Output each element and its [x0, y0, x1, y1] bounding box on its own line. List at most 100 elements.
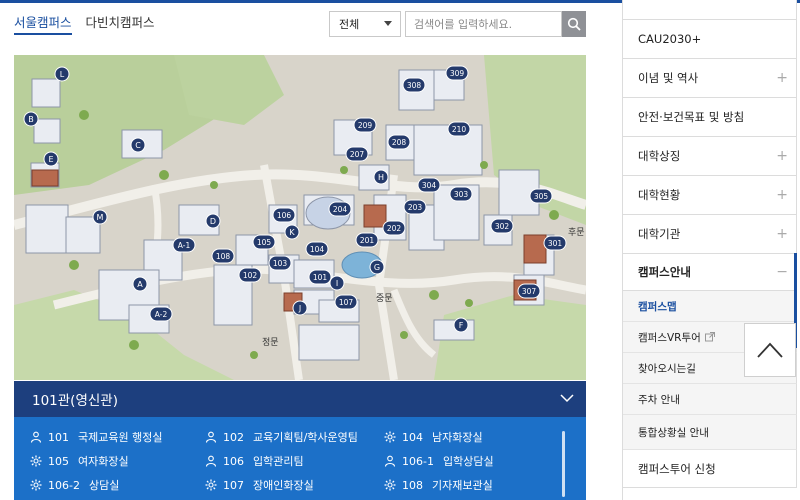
map-marker-103[interactable]: 103	[268, 255, 292, 271]
sidebar-sub-control-room[interactable]: 통합상황실 안내	[623, 415, 797, 450]
map-marker-label: 303	[454, 190, 469, 199]
map-marker-305[interactable]: 305	[529, 188, 553, 204]
room-name: 교육기획팀/학사운영팀	[253, 431, 358, 444]
map-marker-202[interactable]: 202	[382, 220, 406, 236]
plus-icon: +	[776, 70, 788, 86]
map-marker-302[interactable]: 302	[490, 218, 514, 234]
map-marker-i[interactable]: I	[329, 275, 345, 291]
map-marker-201[interactable]: 201	[355, 232, 379, 248]
room-number: 101	[48, 430, 69, 444]
room-item[interactable]: 101 국제교육원 행정실	[30, 429, 162, 445]
sidebar-item-institutions[interactable]: 대학기관 +	[623, 215, 797, 254]
search-category-select[interactable]: 전체	[329, 11, 401, 37]
tab-davinci-campus[interactable]: 다빈치캠퍼스	[86, 10, 155, 35]
map-marker-e[interactable]: E	[43, 151, 59, 167]
sidebar-item-campus-tour[interactable]: 캠퍼스투어 신청	[623, 450, 797, 488]
map-marker-a[interactable]: A	[132, 276, 148, 292]
room-number: 106-1	[402, 454, 434, 468]
map-marker-a-1[interactable]: A-1	[172, 237, 196, 253]
sidebar-item-label: 대학기관	[638, 227, 681, 241]
map-marker-104[interactable]: 104	[305, 241, 329, 257]
map-marker-a-2[interactable]: A-2	[149, 306, 173, 322]
map-marker-303[interactable]: 303	[449, 186, 473, 202]
person-icon	[384, 455, 396, 467]
sidebar-item-history[interactable]: 이념 및 역사 +	[623, 59, 797, 98]
map-marker-203[interactable]: 203	[403, 199, 427, 215]
room-item[interactable]: 106-2 상담실	[30, 477, 119, 493]
map-marker-f[interactable]: F	[453, 317, 469, 333]
minus-icon: −	[776, 264, 788, 280]
sidebar-sub-campus-map[interactable]: 캠퍼스맵	[623, 291, 797, 322]
room-item[interactable]: 105 여자화장실	[30, 453, 129, 469]
room-item[interactable]: 108 기자재보관실	[384, 477, 493, 493]
room-number: 105	[48, 454, 69, 468]
map-marker-207[interactable]: 207	[345, 146, 369, 162]
room-list-scrollbar[interactable]	[562, 431, 565, 497]
map-marker-label: A-2	[155, 310, 168, 319]
search-input[interactable]	[405, 11, 562, 37]
room-item[interactable]: 107 장애인화장실	[205, 477, 314, 493]
sidebar-item-safety[interactable]: 안전·보건목표 및 방침	[623, 98, 797, 137]
map-marker-308[interactable]: 308	[402, 77, 426, 93]
scroll-to-top-button[interactable]	[744, 323, 796, 377]
room-number: 106-2	[48, 478, 80, 492]
room-item[interactable]: 106-1 입학상담실	[384, 453, 494, 469]
map-marker-210[interactable]: 210	[447, 121, 471, 137]
map-marker-102[interactable]: 102	[238, 267, 262, 283]
map-marker-label: 101	[313, 273, 328, 282]
map-marker-209[interactable]: 209	[353, 117, 377, 133]
map-marker-h[interactable]: H	[373, 169, 389, 185]
room-item[interactable]: 106 입학관리팀	[205, 453, 304, 469]
person-icon	[205, 455, 217, 467]
map-marker-label: 309	[450, 69, 465, 78]
map-marker-307[interactable]: 307	[517, 283, 541, 299]
map-marker-label: 201	[360, 236, 375, 245]
map-marker-label: 207	[350, 150, 365, 159]
map-marker-304[interactable]: 304	[417, 177, 441, 193]
search-category-value: 전체	[339, 18, 360, 31]
room-item[interactable]: 104 남자화장실	[384, 429, 483, 445]
sidebar-item-status[interactable]: 대학현황 +	[623, 176, 797, 215]
sidebar-item-cau2030[interactable]: CAU2030+	[623, 20, 797, 59]
sidebar-item-label: 캠퍼스안내	[638, 265, 691, 279]
room-name: 여자화장실	[78, 455, 129, 468]
map-marker-309[interactable]: 309	[445, 65, 469, 81]
map-marker-d[interactable]: D	[205, 213, 221, 229]
search-button[interactable]	[562, 11, 586, 37]
map-marker-106[interactable]: 106	[272, 207, 296, 223]
map-marker-105[interactable]: 105	[252, 234, 276, 250]
map-marker-label: G	[374, 263, 380, 272]
building-panel-header[interactable]: 101관(영신관)	[14, 381, 586, 417]
map-marker-g[interactable]: G	[369, 259, 385, 275]
main-gate-label: 정문	[262, 337, 279, 348]
map-marker-c[interactable]: C	[130, 137, 146, 153]
room-item[interactable]: 102 교육기획팀/학사운영팀	[205, 429, 358, 445]
chevron-up-icon	[757, 342, 783, 358]
map-marker-label: 209	[358, 121, 373, 130]
sidebar-item-symbol[interactable]: 대학상징 +	[623, 137, 797, 176]
campus-map[interactable]: L B E C D M A-1 A A-2 108 105 106 K 102 103 104 101 I J 107…	[14, 55, 586, 380]
tab-seoul-campus[interactable]: 서울캠퍼스	[14, 10, 72, 35]
map-marker-108[interactable]: 108	[211, 248, 235, 264]
sidebar-item-partial[interactable]	[623, 0, 797, 20]
map-marker-208[interactable]: 208	[387, 134, 411, 150]
map-marker-b[interactable]: B	[23, 111, 39, 127]
map-marker-204[interactable]: 204	[328, 201, 352, 217]
center-gate-label: 중문	[376, 293, 393, 304]
map-marker-l[interactable]: L	[54, 66, 70, 82]
sidebar-sub-parking[interactable]: 주차 안내	[623, 384, 797, 415]
map-marker-107[interactable]: 107	[334, 294, 358, 310]
map-marker-m[interactable]: M	[92, 209, 108, 225]
map-marker-label: D	[210, 217, 216, 226]
search-icon	[567, 17, 581, 31]
map-marker-j[interactable]: J	[292, 300, 308, 316]
map-marker-k[interactable]: K	[284, 224, 300, 240]
map-marker-301[interactable]: 301	[543, 235, 567, 251]
map-marker-label: 108	[216, 252, 231, 261]
sidebar-item-campus-guide[interactable]: 캠퍼스안내 −	[623, 254, 797, 291]
chevron-down-icon[interactable]	[560, 393, 574, 403]
map-marker-101[interactable]: 101	[308, 269, 332, 285]
map-marker-label: E	[48, 155, 53, 164]
sidebar-item-label: CAU2030+	[638, 32, 702, 46]
map-marker-label: 308	[407, 81, 422, 90]
